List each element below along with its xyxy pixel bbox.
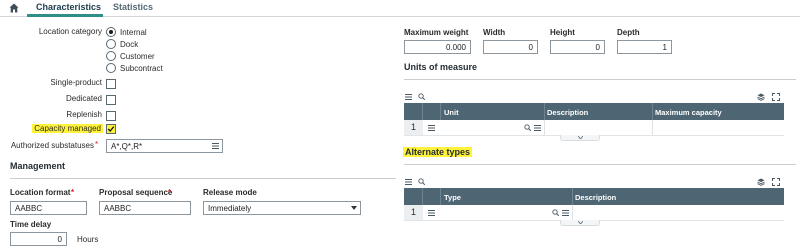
column-divider xyxy=(422,188,423,205)
radio-internal-label: Internal xyxy=(120,28,147,37)
single-product-label: Single-product xyxy=(50,78,102,87)
authorized-substatuses-label: Authorized substatuses xyxy=(10,141,94,150)
location-category-label: Location category xyxy=(38,27,102,36)
expand-icon[interactable] xyxy=(772,178,780,186)
row-menu-icon[interactable] xyxy=(428,125,435,131)
row-number: 1 xyxy=(404,120,423,135)
column-divider xyxy=(440,103,441,120)
home-icon[interactable] xyxy=(9,3,19,13)
radio-subcontract-label: Subcontract xyxy=(120,64,163,73)
management-section-title: Management xyxy=(10,161,66,171)
units-grid-header: Unit Description Maximum capacity xyxy=(404,103,784,120)
column-header-unit[interactable]: Unit xyxy=(444,108,459,117)
checkmark-icon xyxy=(107,126,115,132)
maximum-weight-field[interactable]: 0.000 xyxy=(404,40,471,54)
height-field[interactable]: 0 xyxy=(550,40,605,54)
radio-customer[interactable] xyxy=(106,51,116,61)
proposal-sequence-field[interactable]: AABBC xyxy=(99,201,191,215)
required-mark: * xyxy=(95,140,99,149)
column-divider xyxy=(422,103,423,120)
column-header-maximum-capacity[interactable]: Maximum capacity xyxy=(655,108,722,117)
chevron-down-icon xyxy=(578,221,583,224)
proposal-sequence-label: Proposal sequence xyxy=(99,188,173,197)
search-icon[interactable] xyxy=(524,124,531,131)
active-tab-indicator xyxy=(27,14,103,17)
dedicated-checkbox[interactable] xyxy=(106,95,116,105)
layers-icon[interactable] xyxy=(757,93,765,101)
radio-subcontract[interactable] xyxy=(106,63,116,73)
alternate-types-title: Alternate types xyxy=(403,147,473,157)
grid-resize-handle[interactable] xyxy=(560,135,600,141)
required-mark: * xyxy=(168,188,172,197)
cell-divider xyxy=(652,120,653,135)
column-divider xyxy=(652,103,653,120)
location-format-label: Location format xyxy=(10,188,71,197)
replenish-checkbox[interactable] xyxy=(106,111,116,121)
single-product-checkbox[interactable] xyxy=(106,79,116,89)
release-mode-select[interactable]: Immediately xyxy=(203,201,361,215)
search-icon[interactable] xyxy=(552,209,559,216)
column-divider xyxy=(572,188,573,205)
column-divider xyxy=(544,103,545,120)
column-header-description[interactable]: Description xyxy=(547,108,588,117)
chevron-down-icon xyxy=(578,136,583,139)
time-delay-unit: Hours xyxy=(77,235,99,244)
hamburger-menu-icon[interactable] xyxy=(405,94,412,100)
layers-icon[interactable] xyxy=(757,178,765,186)
radio-customer-label: Customer xyxy=(120,52,155,61)
search-icon[interactable] xyxy=(418,93,425,100)
row-menu-icon[interactable] xyxy=(428,210,435,216)
depth-field[interactable]: 1 xyxy=(617,40,672,54)
cell-divider xyxy=(544,120,545,135)
capacity-managed-checkbox[interactable] xyxy=(106,124,116,134)
maximum-weight-label: Maximum weight xyxy=(404,28,469,37)
tab-bar: Characteristics Statistics xyxy=(0,0,800,17)
alternate-types-grid-header: Type Description xyxy=(404,188,784,205)
hamburger-menu-icon[interactable] xyxy=(562,210,569,216)
location-format-field[interactable]: AABBC xyxy=(10,201,87,215)
section-divider xyxy=(10,178,396,179)
hamburger-menu-icon[interactable] xyxy=(405,179,412,185)
required-mark: * xyxy=(71,188,75,197)
radio-dock[interactable] xyxy=(106,39,116,49)
chevron-down-icon xyxy=(351,206,357,210)
expand-icon[interactable] xyxy=(772,93,780,101)
cell-divider xyxy=(572,205,573,220)
section-divider xyxy=(404,79,796,80)
width-label: Width xyxy=(483,28,506,37)
time-delay-field[interactable]: 0 xyxy=(10,232,67,246)
grid-resize-handle[interactable] xyxy=(560,220,600,226)
depth-label: Depth xyxy=(617,28,640,37)
time-delay-label: Time delay xyxy=(10,220,52,229)
column-header-type[interactable]: Type xyxy=(444,193,461,202)
release-mode-label: Release mode xyxy=(203,188,257,197)
width-field[interactable]: 0 xyxy=(483,40,538,54)
column-divider xyxy=(440,188,441,205)
tab-statistics[interactable]: Statistics xyxy=(113,2,153,12)
height-label: Height xyxy=(550,28,575,37)
hamburger-menu-icon[interactable] xyxy=(534,125,541,131)
authorized-substatuses-field[interactable]: A*,Q*,R* xyxy=(106,139,223,153)
dedicated-label: Dedicated xyxy=(65,94,102,103)
section-divider xyxy=(404,164,796,165)
column-header-description[interactable]: Description xyxy=(575,193,616,202)
search-icon[interactable] xyxy=(418,178,425,185)
replenish-label: Replenish xyxy=(66,110,102,119)
row-number: 1 xyxy=(404,205,423,220)
tab-characteristics[interactable]: Characteristics xyxy=(36,2,101,12)
hamburger-menu-icon[interactable] xyxy=(212,143,219,149)
units-of-measure-title: Units of measure xyxy=(404,62,478,72)
radio-internal[interactable] xyxy=(106,27,116,37)
capacity-managed-label: Capacity managed xyxy=(32,124,103,133)
radio-dock-label: Dock xyxy=(120,40,139,49)
